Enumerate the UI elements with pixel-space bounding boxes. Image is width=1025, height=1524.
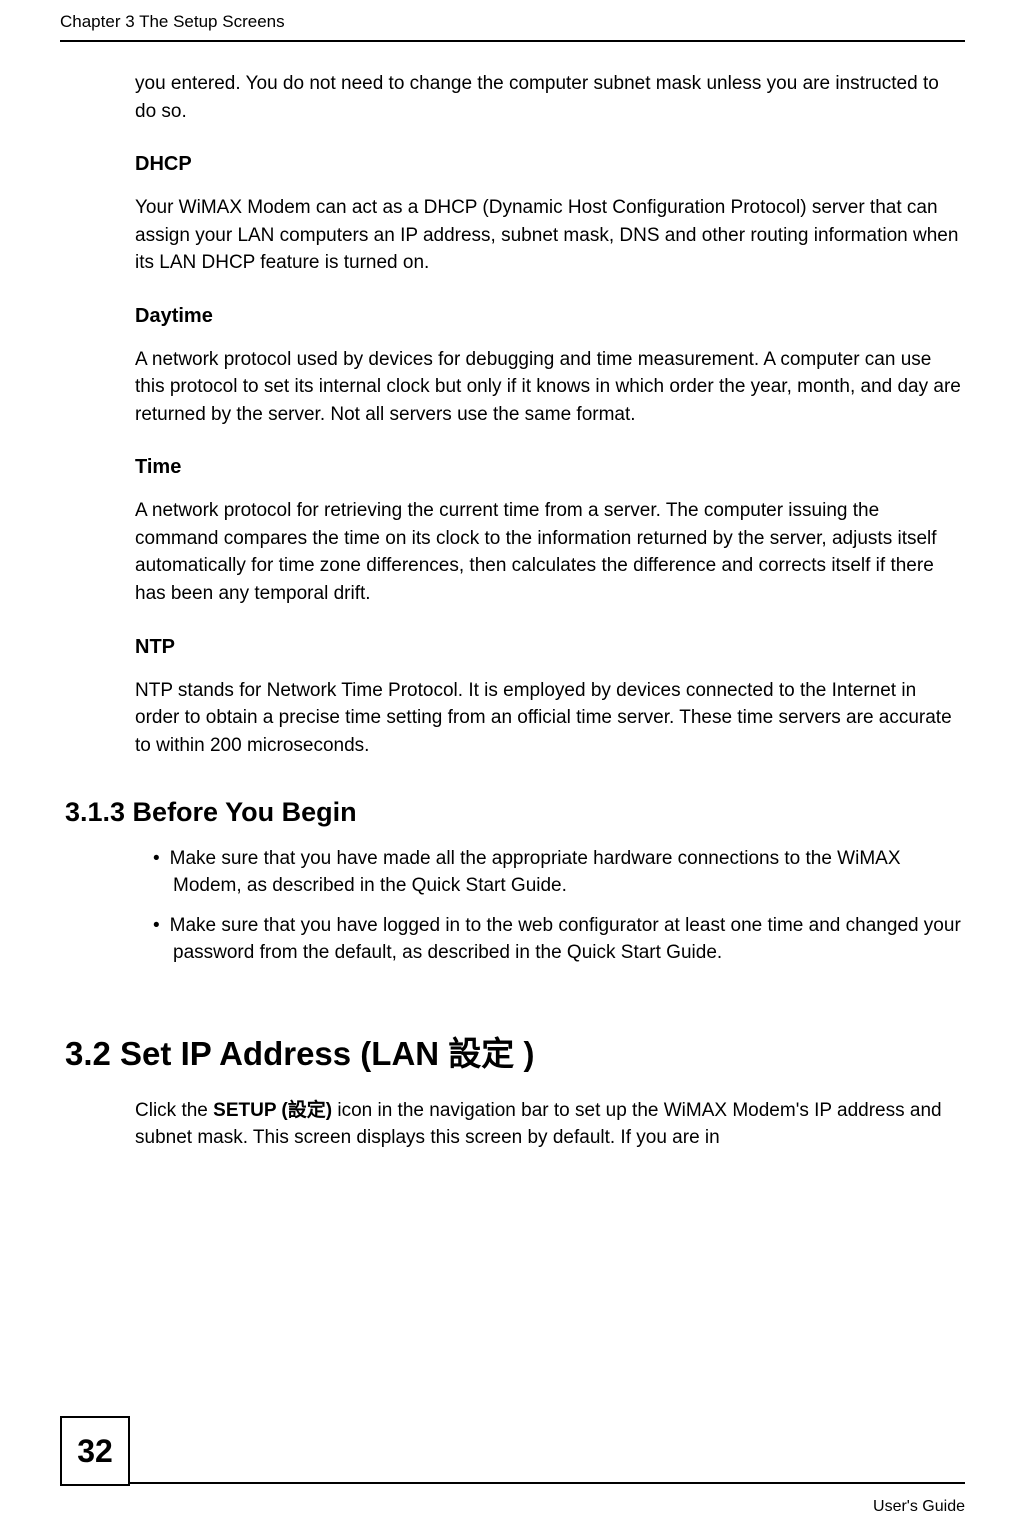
time-heading: Time	[135, 456, 965, 479]
ntp-text: NTP stands for Network Time Protocol. It…	[135, 677, 965, 760]
chapter-title: Chapter 3 The Setup Screens	[60, 12, 285, 32]
daytime-heading: Daytime	[135, 305, 965, 328]
list-item: Make sure that you have made all the app…	[135, 846, 965, 899]
footer-guide-label: User's Guide	[873, 1498, 965, 1516]
page-number: 32	[60, 1416, 130, 1486]
daytime-text: A network protocol used by devices for d…	[135, 346, 965, 429]
content-area: you entered. You do not need to change t…	[135, 70, 965, 1180]
dhcp-text: Your WiMAX Modem can act as a DHCP (Dyna…	[135, 194, 965, 277]
section-313-heading: 3.1.3 Before You Begin	[65, 797, 965, 828]
footer: 32 User's Guide	[60, 1482, 965, 1484]
dhcp-heading: DHCP	[135, 153, 965, 176]
section-32-heading: 3.2 Set IP Address (LAN 設定 )	[65, 1027, 965, 1075]
page: Chapter 3 The Setup Screens you entered.…	[0, 0, 1025, 1524]
list-item: Make sure that you have logged in to the…	[135, 913, 965, 966]
setup-label-strong: SETUP (設定)	[213, 1100, 332, 1121]
intro-paragraph: you entered. You do not need to change t…	[135, 70, 965, 125]
section-313-bullets: Make sure that you have made all the app…	[135, 846, 965, 966]
footer-rule	[60, 1482, 965, 1484]
text-run: Click the	[135, 1100, 213, 1121]
time-text: A network protocol for retrieving the cu…	[135, 497, 965, 607]
header-rule	[60, 40, 965, 42]
ntp-heading: NTP	[135, 636, 965, 659]
section-32-paragraph: Click the SETUP (設定) icon in the navigat…	[135, 1097, 965, 1152]
